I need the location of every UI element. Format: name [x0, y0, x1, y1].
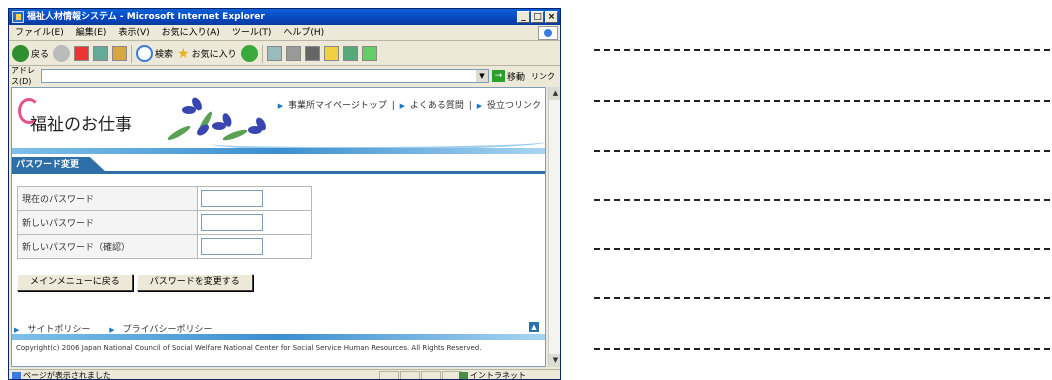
toolbar: 戻る 検索 ★ お気に入り: [9, 42, 560, 66]
print-icon[interactable]: [285, 46, 301, 61]
menu-view[interactable]: 表示(V): [112, 25, 155, 41]
section-title: パスワード変更: [12, 157, 107, 173]
close-button[interactable]: ×: [545, 11, 558, 23]
dotted-line: [594, 49, 1050, 51]
menu-bar: ファイル(E) 編集(E) 表示(V) お気に入り(A) ツール(T) ヘルプ(…: [9, 25, 560, 41]
search-label: 検索: [155, 50, 174, 60]
page-top-icon[interactable]: ▲: [529, 322, 539, 332]
page-icon: [12, 371, 21, 379]
search-button[interactable]: 検索: [136, 45, 173, 62]
security-zone: イントラネット: [459, 370, 526, 380]
go-button[interactable]: → 移動: [492, 70, 525, 83]
star-icon: ★: [177, 45, 190, 62]
dotted-line: [594, 100, 1050, 102]
intranet-icon: [459, 371, 468, 379]
toolbar-separator: [261, 44, 263, 63]
back-to-menu-button[interactable]: メインメニューに戻る: [17, 274, 133, 291]
form-buttons: メインメニューに戻る パスワードを変更する: [17, 274, 253, 291]
link-mypage-top[interactable]: 事業所マイページトップ: [288, 101, 387, 111]
links-button[interactable]: リンク: [531, 71, 555, 82]
arrow-right-icon: ▶: [277, 102, 284, 110]
status-bar: ページが表示されました イントラネット: [9, 369, 560, 380]
current-password-label: 現在のパスワード: [17, 186, 198, 211]
window-title: 福祉人材情報システム - Microsoft Internet Explorer: [27, 12, 265, 22]
dotted-line: [594, 248, 1050, 250]
dotted-line: [594, 199, 1050, 201]
table-row: 新しいパスワード: [17, 210, 312, 235]
window-app-icon: [12, 11, 24, 23]
go-arrow-icon: →: [492, 70, 505, 82]
address-input[interactable]: ▼: [41, 69, 489, 83]
research-icon[interactable]: [342, 46, 358, 61]
confirm-password-input[interactable]: [201, 238, 263, 255]
favorites-button[interactable]: ★ お気に入り: [177, 46, 237, 62]
menu-edit[interactable]: 編集(E): [70, 25, 113, 41]
table-row: 現在のパスワード: [17, 186, 312, 211]
table-row: 新しいパスワード（確認）: [17, 234, 312, 259]
home-icon[interactable]: [112, 46, 128, 61]
status-text: ページが表示されました: [23, 371, 111, 380]
new-password-input[interactable]: [201, 214, 263, 231]
confirm-password-label: 新しいパスワード（確認）: [17, 234, 198, 259]
arrow-right-icon: ▶: [476, 102, 483, 110]
stop-icon[interactable]: [74, 46, 90, 61]
refresh-icon[interactable]: [93, 46, 109, 61]
zone-label: イントラネット: [470, 371, 526, 380]
browser-window: 福祉人材情報システム - Microsoft Internet Explorer…: [8, 8, 561, 380]
search-icon: [136, 45, 154, 62]
toolbar-separator: [131, 44, 133, 63]
chevron-down-icon[interactable]: ▼: [476, 70, 488, 82]
top-links: ▶ 事業所マイページトップ | ▶ よくある質問 | ▶ 役立つリンク: [277, 101, 541, 111]
folder-icon[interactable]: [323, 46, 339, 61]
menu-file[interactable]: ファイル(E): [9, 25, 70, 41]
menu-tools[interactable]: ツール(T): [226, 25, 278, 41]
arrow-right-icon: ▶: [109, 326, 115, 334]
dotted-line: [594, 348, 1050, 350]
scroll-down-arrow-icon[interactable]: ▼: [549, 354, 560, 367]
forward-button[interactable]: [53, 45, 71, 62]
footer-band: [12, 334, 545, 340]
arrow-right-icon: ▶: [399, 102, 406, 110]
dotted-line: [594, 150, 1050, 152]
password-form-table: 現在のパスワード 新しいパスワード 新しいパスワード（確認）: [17, 186, 312, 259]
mail-icon[interactable]: [266, 46, 282, 61]
dotted-line: [594, 297, 1050, 299]
minimize-button[interactable]: _: [517, 11, 530, 23]
header-band: [12, 148, 545, 154]
status-panels: [379, 371, 462, 379]
maximize-button[interactable]: □: [531, 11, 544, 23]
back-label: 戻る: [31, 50, 50, 60]
back-arrow-icon: [12, 45, 29, 62]
link-faq[interactable]: よくある質問: [410, 101, 464, 111]
arrow-right-icon: ▶: [14, 326, 20, 334]
page-content: 福祉のお仕事 ▶ 事業所マイページトップ | ▶ よくある質問 | ▶ 役立つリ…: [11, 87, 546, 367]
address-label: アドレス(D): [11, 66, 35, 86]
logo-text: 福祉のお仕事: [30, 115, 132, 135]
scroll-up-arrow-icon[interactable]: ▲: [549, 87, 560, 100]
edit-icon[interactable]: [304, 46, 320, 61]
back-button[interactable]: 戻る: [12, 45, 49, 62]
history-icon[interactable]: [240, 45, 258, 62]
vertical-scrollbar[interactable]: ▲ ▼: [548, 87, 560, 367]
menu-help[interactable]: ヘルプ(H): [277, 25, 330, 41]
messenger-icon[interactable]: [361, 46, 377, 61]
current-password-input[interactable]: [201, 190, 263, 207]
address-bar: アドレス(D) ▼ → 移動 リンク: [9, 66, 560, 86]
change-password-button[interactable]: パスワードを変更する: [136, 274, 253, 291]
new-password-label: 新しいパスワード: [17, 210, 198, 235]
favorites-label: お気に入り: [191, 50, 237, 60]
link-useful-links[interactable]: 役立つリンク: [487, 101, 541, 111]
go-label: 移動: [507, 72, 526, 83]
copyright-text: Copyright(c) 2006 Japan National Council…: [16, 344, 482, 352]
menu-favorites[interactable]: お気に入り(A): [156, 25, 226, 41]
title-bar[interactable]: 福祉人材情報システム - Microsoft Internet Explorer…: [9, 9, 560, 25]
ie-logo-icon: [538, 26, 558, 40]
section-header: パスワード変更: [12, 157, 545, 174]
